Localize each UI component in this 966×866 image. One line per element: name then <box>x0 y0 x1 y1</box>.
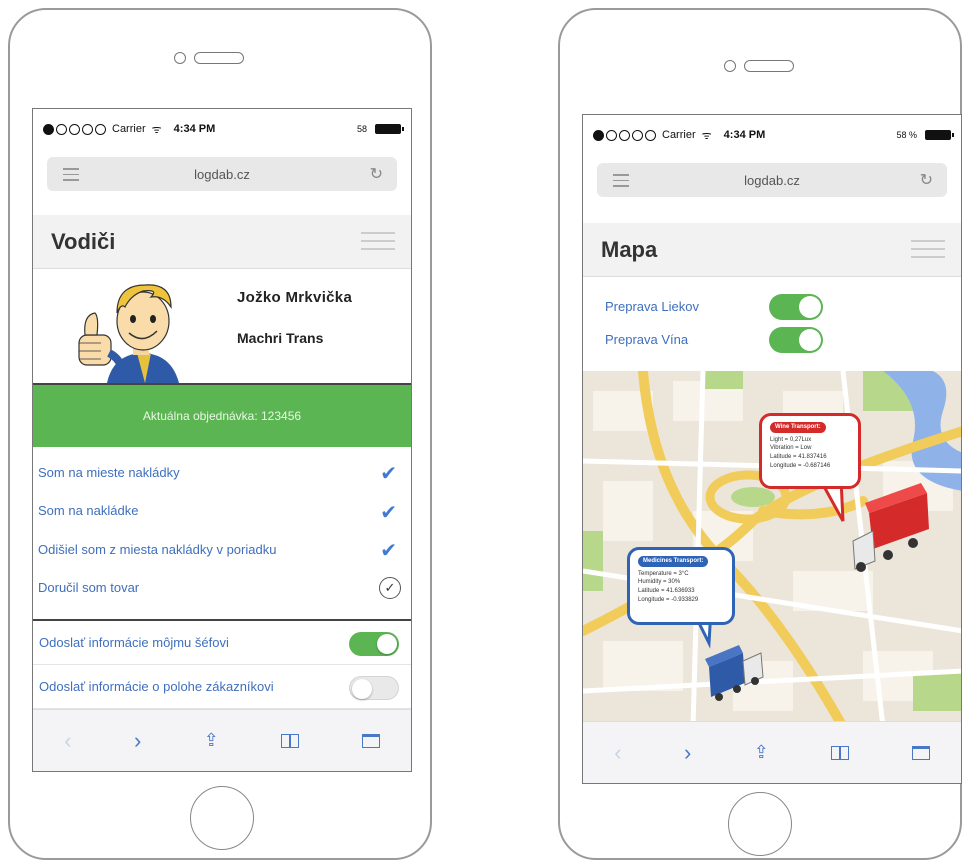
checklist-label: Som na mieste nakládky <box>38 464 180 480</box>
address-bar[interactable]: logdab.cz ↻ <box>597 163 947 197</box>
battery-icon <box>375 124 404 134</box>
carrier-label: Carrier <box>662 129 696 141</box>
setting-row: Odoslať informácie môjmu šéfovi <box>33 621 411 665</box>
home-button[interactable] <box>728 792 792 856</box>
left-phone: Carrier ᯤ 4:34 PM 58 logdab.cz ↻ Vodiči <box>8 8 432 860</box>
bubble-line: Longitude = -0.933829 <box>638 596 699 603</box>
hamburger-menu-icon[interactable] <box>911 240 945 264</box>
bubble-line: Humidity = 30% <box>638 579 681 586</box>
current-order-banner: Aktuálna objednávka: 123456 <box>33 383 411 447</box>
bubble-line: Longitude = -0.687146 <box>770 462 831 469</box>
hamburger-menu-icon[interactable] <box>361 232 395 256</box>
reload-icon[interactable]: ↻ <box>370 164 383 184</box>
notify-boss-toggle[interactable] <box>349 632 399 656</box>
browser-toolbar: ‹ › ⇪ <box>583 721 961 783</box>
bubble-line: Light = 0,27Lux <box>770 436 812 443</box>
bubble-header: Medicines Transport: <box>638 556 709 567</box>
right-phone: Carrier ᯤ 4:34 PM 58 % logdab.cz ↻ Mapa … <box>558 8 962 860</box>
tabs-icon[interactable] <box>361 733 380 748</box>
left-screen: Carrier ᯤ 4:34 PM 58 logdab.cz ↻ Vodiči <box>32 108 412 772</box>
medicine-transport-bubble[interactable]: Medicines Transport: Temperature = 3°C H… <box>627 547 735 625</box>
vault-boy-avatar <box>78 284 179 383</box>
forward-icon[interactable]: › <box>684 740 691 766</box>
transport-map[interactable]: Wine Transport: Light = 0,27Lux Vibratio… <box>583 371 961 727</box>
right-screen: Carrier ᯤ 4:34 PM 58 % logdab.cz ↻ Mapa … <box>582 114 962 784</box>
filter-label-medicine: Preprava Liekov <box>605 299 699 314</box>
browser-toolbar: ‹ › ⇪ <box>33 709 411 771</box>
setting-label: Odoslať informácie môjmu šéfovi <box>39 635 229 650</box>
tabs-icon[interactable] <box>911 745 930 760</box>
page-title: Mapa <box>601 236 658 262</box>
url-text: logdab.cz <box>744 172 800 188</box>
forward-icon[interactable]: › <box>134 728 141 754</box>
url-text: logdab.cz <box>194 166 250 182</box>
page-title: Vodiči <box>51 228 116 254</box>
home-button[interactable] <box>190 786 254 850</box>
setting-row: Odoslať informácie o polohe zákazníkovi <box>33 665 411 709</box>
driver-profile: Jožko Mrkvička Machri Trans <box>33 269 411 383</box>
clock: 4:34 PM <box>723 129 766 141</box>
checklist-item[interactable]: Doručil som tovar ✓ <box>33 569 411 608</box>
reload-icon[interactable]: ↻ <box>920 170 933 190</box>
wifi-icon: ᯤ <box>701 129 712 142</box>
checkmark-icon[interactable]: ✔ <box>380 538 397 563</box>
clock: 4:34 PM <box>173 123 216 135</box>
back-icon[interactable]: ‹ <box>64 728 71 754</box>
camera-dot <box>724 60 736 72</box>
page-header: Vodiči <box>33 215 411 269</box>
checklist-item[interactable]: Odišiel som z miesta nakládky v poriadku… <box>33 530 411 569</box>
checkmark-icon[interactable]: ✔ <box>380 500 397 525</box>
checklist-item[interactable]: Som na nakládke ✔ <box>33 492 411 531</box>
sharing-settings: Odoslať informácie môjmu šéfovi Odoslať … <box>33 621 411 709</box>
bookmarks-icon[interactable] <box>831 745 850 760</box>
share-location-toggle[interactable] <box>349 676 399 700</box>
checkmark-icon[interactable]: ✔ <box>380 461 397 486</box>
checklist-label: Doručil som tovar <box>38 580 140 596</box>
bubble-header: Wine Transport: <box>770 422 826 433</box>
transport-filters: Preprava Liekov Preprava Vína <box>583 277 961 373</box>
address-bar[interactable]: logdab.cz ↻ <box>47 157 397 191</box>
camera-dot <box>174 52 186 64</box>
checklist-label: Som na nakládke <box>38 503 139 519</box>
delivery-checklist: Som na mieste nakládky ✔ Som na nakládke… <box>33 453 411 607</box>
page-header: Mapa <box>583 223 961 277</box>
reader-menu-icon[interactable] <box>613 174 629 191</box>
bookmarks-icon[interactable] <box>281 733 300 748</box>
reader-menu-icon[interactable] <box>63 168 79 185</box>
share-icon[interactable]: ⇪ <box>754 742 769 763</box>
battery-percent: 58 <box>356 124 367 134</box>
wine-transport-bubble[interactable]: Wine Transport: Light = 0,27Lux Vibratio… <box>759 413 861 489</box>
unchecked-circle-icon[interactable]: ✓ <box>379 576 401 599</box>
bubble-line: Temperature = 3°C <box>638 570 689 577</box>
status-bar: Carrier ᯤ 4:34 PM 58 <box>33 109 411 149</box>
carrier-label: Carrier <box>112 123 146 135</box>
bubble-line: Vibration = Low <box>770 445 812 452</box>
filter-label-wine: Preprava Vína <box>605 332 689 347</box>
battery-icon <box>925 130 954 140</box>
signal-dots-icon <box>593 129 656 141</box>
driver-name: Jožko Mrkvička <box>237 289 353 306</box>
wifi-icon: ᯤ <box>151 123 162 136</box>
speaker-grille <box>194 52 244 64</box>
status-bar: Carrier ᯤ 4:34 PM 58 % <box>583 115 961 155</box>
signal-dots-icon <box>43 123 106 135</box>
company-name: Machri Trans <box>237 330 324 346</box>
checklist-item[interactable]: Som na mieste nakládky ✔ <box>33 453 411 492</box>
speaker-grille <box>744 60 794 72</box>
wine-filter-toggle[interactable] <box>769 327 823 353</box>
battery-percent: 58 % <box>896 130 917 140</box>
bubble-line: Latitude = 41.636933 <box>638 588 695 595</box>
setting-label: Odoslať informácie o polohe zákazníkovi <box>39 679 274 694</box>
back-icon[interactable]: ‹ <box>614 740 621 766</box>
bubble-line: Latitude = 41.837416 <box>770 454 827 461</box>
checklist-label: Odišiel som z miesta nakládky v poriadku <box>38 541 277 557</box>
medicine-filter-toggle[interactable] <box>769 294 823 320</box>
share-icon[interactable]: ⇪ <box>204 730 219 751</box>
